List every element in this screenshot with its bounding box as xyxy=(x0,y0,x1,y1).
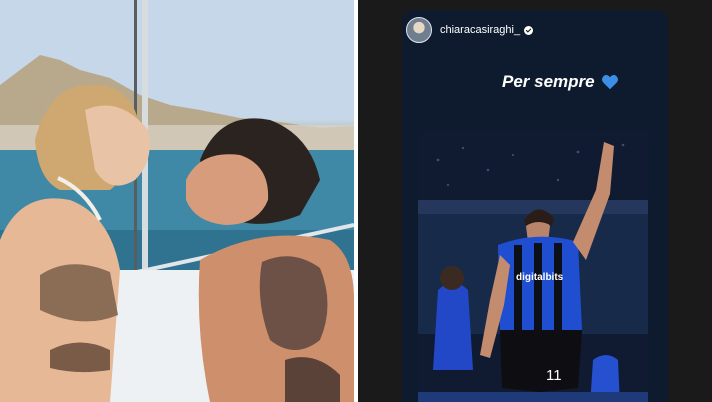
verified-badge-icon xyxy=(524,25,534,35)
stadium-banner xyxy=(418,392,648,402)
jersey-sponsor: digitalbits xyxy=(516,272,564,283)
story-caption: Per sempre xyxy=(502,72,619,92)
story-screenshot-panel: chiaracasiraghi_ Per sempre 11 digitalbi… xyxy=(358,0,712,402)
checkmark-icon xyxy=(525,28,532,32)
player-photo-illustration: 11 digitalbits xyxy=(418,130,648,402)
instagram-story: chiaracasiraghi_ Per sempre 11 digitalbi… xyxy=(402,10,668,402)
story-username[interactable]: chiaracasiraghi_ xyxy=(440,24,520,36)
player-number: 11 xyxy=(546,367,562,384)
player-photo: 11 digitalbits xyxy=(418,130,648,402)
story-header: chiaracasiraghi_ xyxy=(406,16,534,44)
couple-photo xyxy=(0,0,354,402)
caption-text: Per sempre xyxy=(502,72,595,91)
blue-heart-icon xyxy=(601,75,618,90)
avatar[interactable] xyxy=(406,17,432,43)
couple-photo-illustration xyxy=(0,0,354,402)
